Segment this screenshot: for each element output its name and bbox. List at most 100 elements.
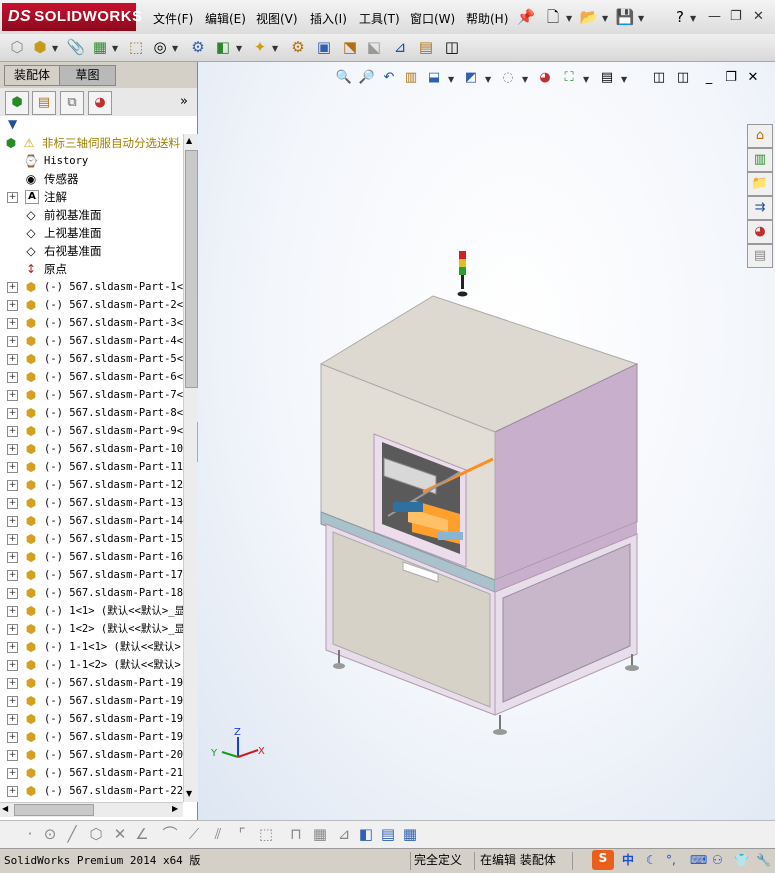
tree-item-part[interactable]: + ⬢ (-) 567.sldasm-Part-17< (0, 566, 183, 584)
tree-item-part[interactable]: + ⬢ (-) 567.sldasm-Part-15< (0, 530, 183, 548)
menu-help[interactable]: 帮助(H) (466, 10, 508, 27)
scroll-down-icon[interactable]: ▼ (186, 789, 192, 798)
tree-item-part[interactable]: + ⬢ (-) 567.sldasm-Part-14< (0, 512, 183, 530)
grid-icon[interactable]: ▦ (310, 824, 330, 844)
view-settings-dropdown-icon[interactable]: ▼ (621, 75, 627, 84)
pattern-icon[interactable]: ▦ (90, 37, 110, 57)
insert-components-icon[interactable]: ⬢ (30, 37, 50, 57)
filter-icon[interactable]: ▼ (8, 117, 17, 131)
interference-icon[interactable]: ⬔ (340, 37, 360, 57)
tree-item-part[interactable]: + ⬢ (-) 1-1<1> (默认<<默认> (0, 638, 183, 656)
show-hidden-icon[interactable]: ◎ (150, 37, 170, 57)
tree-item-part[interactable]: + ⬢ (-) 1<1> (默认<<默认>_显 (0, 602, 183, 620)
tree-item-part[interactable]: + ⬢ (-) 567.sldasm-Part-3<1 (0, 314, 183, 332)
hscroll-thumb[interactable] (14, 804, 94, 816)
tree-item-part[interactable]: + ⬢ (-) 567.sldasm-Part-19< (0, 728, 183, 746)
scene-icon[interactable]: ⛶ (560, 69, 578, 87)
tree-item-part[interactable]: + ⬢ (-) 567.sldasm-Part-11< (0, 458, 183, 476)
view-palette-icon[interactable]: ⇉ (747, 196, 773, 220)
menu-file[interactable]: 文件(F) (153, 10, 193, 27)
construction-icon[interactable]: ⬚ (256, 824, 276, 844)
configuration-manager-icon[interactable]: ⧉ (60, 91, 84, 115)
users-icon[interactable]: ⚇ (712, 852, 723, 869)
expand-icon[interactable]: + (7, 354, 18, 365)
trim-icon[interactable]: ✕ (110, 824, 130, 844)
open-folder-icon[interactable]: 📂 (579, 7, 599, 27)
scroll-right-icon[interactable]: ▶ (172, 804, 178, 813)
doc-restore-icon[interactable]: ❐ (722, 69, 740, 87)
hide-show-dropdown-icon[interactable]: ▼ (522, 75, 528, 84)
instant3d-icon[interactable]: ▤ (416, 37, 436, 57)
display-dropdown-icon[interactable]: ▼ (485, 75, 491, 84)
ime-language[interactable]: 中 (622, 852, 634, 869)
scene-dropdown-icon[interactable]: ▼ (583, 75, 589, 84)
circle-icon[interactable]: ⊙ (40, 824, 60, 844)
tree-item-part[interactable]: + ⬢ (-) 567.sldasm-Part-12< (0, 476, 183, 494)
zoom-to-fit-icon[interactable]: 🔍 (335, 69, 353, 87)
tree-item-part[interactable]: + ⬢ (-) 1-1<2> (默认<<默认> (0, 656, 183, 674)
menu-tools[interactable]: 工具(T) (359, 10, 400, 27)
view-settings-icon[interactable]: ▤ (598, 69, 616, 87)
angle-icon[interactable]: ∠ (132, 824, 152, 844)
tree-item-part[interactable]: + ⬢ (-) 567.sldasm-Part-6<1 (0, 368, 183, 386)
expand-icon[interactable]: + (7, 768, 18, 779)
previous-view-icon[interactable]: ↶ (380, 69, 398, 87)
tree-item-part[interactable]: + ⬢ (-) 567.sldasm-Part-13< (0, 494, 183, 512)
close-icon[interactable]: ✕ (753, 9, 764, 24)
tree-root[interactable]: ⬢ ⚠ 非标三轴伺服自动分选送料 (0, 134, 183, 152)
expand-icon[interactable]: + (7, 750, 18, 761)
wrench-icon[interactable]: 🔧 (756, 852, 771, 869)
tree-item-part[interactable]: + ⬢ (-) 567.sldasm-Part-2<1 (0, 296, 183, 314)
moon-icon[interactable]: ☾ (646, 852, 657, 869)
keyboard-icon[interactable]: ⌨ (690, 852, 707, 869)
clearance-icon[interactable]: ⬕ (364, 37, 384, 57)
insert-dropdown-icon[interactable]: ▼ (52, 44, 58, 53)
menu-edit[interactable]: 编辑(E) (205, 10, 246, 27)
expand-icon[interactable]: + (7, 426, 18, 437)
design-library-icon[interactable]: ▥ (747, 148, 773, 172)
hide-show-icon[interactable]: ◌ (499, 69, 517, 87)
assembly-features-icon[interactable]: ⚙ (188, 37, 208, 57)
expand-icon[interactable]: + (7, 570, 18, 581)
chamfer-icon[interactable]: ⟋ (184, 824, 204, 844)
show-dropdown-icon[interactable]: ▼ (172, 44, 178, 53)
reference-geometry-icon[interactable]: ◧ (213, 37, 233, 57)
tree-item-part[interactable]: + ⬢ (-) 567.sldasm-Part-7<1 (0, 386, 183, 404)
expand-icon[interactable]: + (7, 444, 18, 455)
section-view-icon[interactable]: ▥ (402, 69, 420, 87)
relation-icon[interactable]: ⊿ (334, 824, 354, 844)
tree-item-part[interactable]: + ⬢ (-) 567.sldasm-Part-16< (0, 548, 183, 566)
doc-minimize-icon[interactable]: _ (700, 69, 718, 87)
tree-item-part[interactable]: + ⬢ (-) 567.sldasm-Part-20< (0, 746, 183, 764)
snapshot-icon[interactable]: ◫ (442, 37, 462, 57)
tab-assembly[interactable]: 装配体 (4, 65, 60, 86)
expand-icon[interactable]: + (7, 462, 18, 473)
reference-dropdown-icon[interactable]: ▼ (236, 44, 242, 53)
tree-item-part[interactable]: + ⬢ (-) 1<2> (默认<<默认>_显 (0, 620, 183, 638)
table-icon[interactable]: ▦ (400, 824, 420, 844)
bill-of-materials-icon[interactable]: ⚙ (288, 37, 308, 57)
shirt-icon[interactable]: 👕 (734, 852, 749, 869)
orientation-dropdown-icon[interactable]: ▼ (448, 75, 454, 84)
property-manager-icon[interactable]: ▤ (32, 91, 56, 115)
viewport-split-icon[interactable]: ◫ (674, 69, 692, 87)
filter-bar[interactable]: ▼ (0, 116, 197, 135)
tree-item-part[interactable]: + ⬢ (-) 567.sldasm-Part-18< (0, 584, 183, 602)
expand-panel-icon[interactable]: » (180, 94, 188, 109)
tree-item-part[interactable]: + ⬢ (-) 567.sldasm-Part-21< (0, 764, 183, 782)
expand-icon[interactable]: + (7, 498, 18, 509)
tree-horizontal-scrollbar[interactable]: ◀ ▶ (0, 802, 183, 817)
corner-icon[interactable]: ⌜ (232, 824, 252, 844)
pattern-dropdown-icon[interactable]: ▼ (112, 44, 118, 53)
solidworks-logo[interactable]: DS SOLIDWORKS (2, 3, 142, 31)
open-dropdown-icon[interactable]: ▼ (602, 14, 608, 23)
tree-item-history[interactable]: ⌚ History (0, 152, 183, 170)
polygon-icon[interactable]: ⬡ (86, 824, 106, 844)
appearances-icon[interactable]: ◕ (747, 220, 773, 244)
tree-item-part[interactable]: + ⬢ (-) 567.sldasm-Part-19< (0, 692, 183, 710)
menu-window[interactable]: 窗口(W) (410, 10, 455, 27)
graphics-area[interactable]: Z X Y (198, 62, 775, 820)
file-explorer-icon[interactable]: 📁 (747, 172, 773, 196)
tree-item-sensors[interactable]: ◉ 传感器 (0, 170, 183, 188)
feature-manager-icon[interactable]: ⬢ (5, 91, 29, 115)
